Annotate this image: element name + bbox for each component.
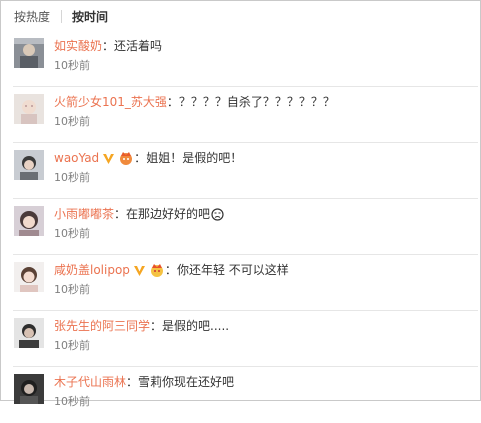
comment-text: 在那边好好的吧 (126, 207, 211, 221)
comment-time: 10秒前 (54, 115, 90, 128)
comment-time: 10秒前 (54, 171, 90, 184)
comment-item: 如实酸奶：还活着吗 10秒前 (1, 31, 480, 87)
comment-item: 小雨嘟嘟茶：在那边好好的吧 10秒前 (1, 199, 480, 255)
comment-text: 还活着吗 (114, 39, 163, 53)
comment-text: 是假的吧..... (162, 319, 230, 333)
sort-by-time-tab[interactable]: 按时间 (72, 9, 108, 25)
sort-bar: 按热度 按时间 (1, 1, 480, 31)
comment-text: ？？？？自杀了？？？？？？ (178, 95, 335, 109)
comment-time: 10秒前 (54, 227, 90, 240)
colon-separator: ： (134, 151, 147, 165)
comment-text: 姐姐！是假的吧！ (146, 151, 243, 165)
vip-v-badge-icon[interactable] (102, 152, 115, 170)
comment-item: 木子代山雨林：雪莉你现在还好吧 10秒前 (1, 367, 480, 423)
user-avatar[interactable] (14, 94, 44, 124)
comment-username[interactable]: 小雨嘟嘟茶 (54, 207, 114, 221)
photo-avatar-icon (14, 262, 44, 292)
comment-item: waoYad ：姐姐！是假的吧！ 10秒前 (1, 143, 480, 199)
user-avatar[interactable] (14, 150, 44, 180)
vip-v-badge-icon[interactable] (133, 264, 146, 282)
comment-item: 火箭少女101_苏大强：？？？？自杀了？？？？？？ 10秒前 (1, 87, 480, 143)
comment-time: 10秒前 (54, 59, 90, 72)
comment-time: 10秒前 (54, 339, 90, 352)
colon-separator: ： (126, 375, 139, 389)
comment-username[interactable]: 火箭少女101_苏大强 (54, 95, 167, 109)
colon-separator: ： (166, 95, 179, 109)
colon-separator: ： (102, 39, 115, 53)
photo-avatar-icon (14, 318, 44, 348)
photo-avatar-icon (14, 374, 44, 404)
comment-item: 咸奶盖lolipop ：你还年轻 不可以这样 10秒前 (1, 255, 480, 311)
colon-separator: ： (114, 207, 127, 221)
comment-panel: 按热度 按时间 如实酸奶：还活着吗 10秒前 火箭少女101_苏大强：？？？？自… (0, 0, 481, 408)
comment-username[interactable]: waoYad (54, 151, 99, 165)
colon-separator: ： (150, 319, 163, 333)
sort-divider (61, 10, 62, 23)
comment-text: 雪莉你现在还好吧 (138, 375, 235, 389)
comment-username[interactable]: 木子代山雨林 (54, 375, 126, 389)
comment-item: 张先生的阿三同学：是假的吧..... 10秒前 (1, 311, 480, 367)
user-avatar[interactable] (14, 318, 44, 348)
comment-time: 10秒前 (54, 283, 90, 296)
comment-text: 你还年轻 不可以这样 (176, 263, 289, 277)
member-crown-icon[interactable] (118, 151, 134, 170)
comment-username[interactable]: 咸奶盖lolipop (54, 263, 130, 277)
colon-separator: ： (164, 263, 177, 277)
photo-avatar-icon (14, 38, 44, 68)
comment-username[interactable]: 张先生的阿三同学 (54, 319, 150, 333)
member-crown-icon[interactable] (149, 263, 165, 282)
sort-by-hot-tab[interactable]: 按热度 (14, 9, 50, 25)
user-avatar[interactable] (14, 262, 44, 292)
photo-avatar-icon (14, 206, 44, 236)
comment-username[interactable]: 如实酸奶 (54, 39, 102, 53)
user-avatar[interactable] (14, 206, 44, 236)
crying-emoji-icon (211, 208, 224, 226)
user-avatar[interactable] (14, 38, 44, 68)
photo-avatar-icon (14, 94, 44, 124)
comment-time: 10秒前 (54, 395, 90, 408)
photo-avatar-icon (14, 150, 44, 180)
user-avatar[interactable] (14, 374, 44, 404)
